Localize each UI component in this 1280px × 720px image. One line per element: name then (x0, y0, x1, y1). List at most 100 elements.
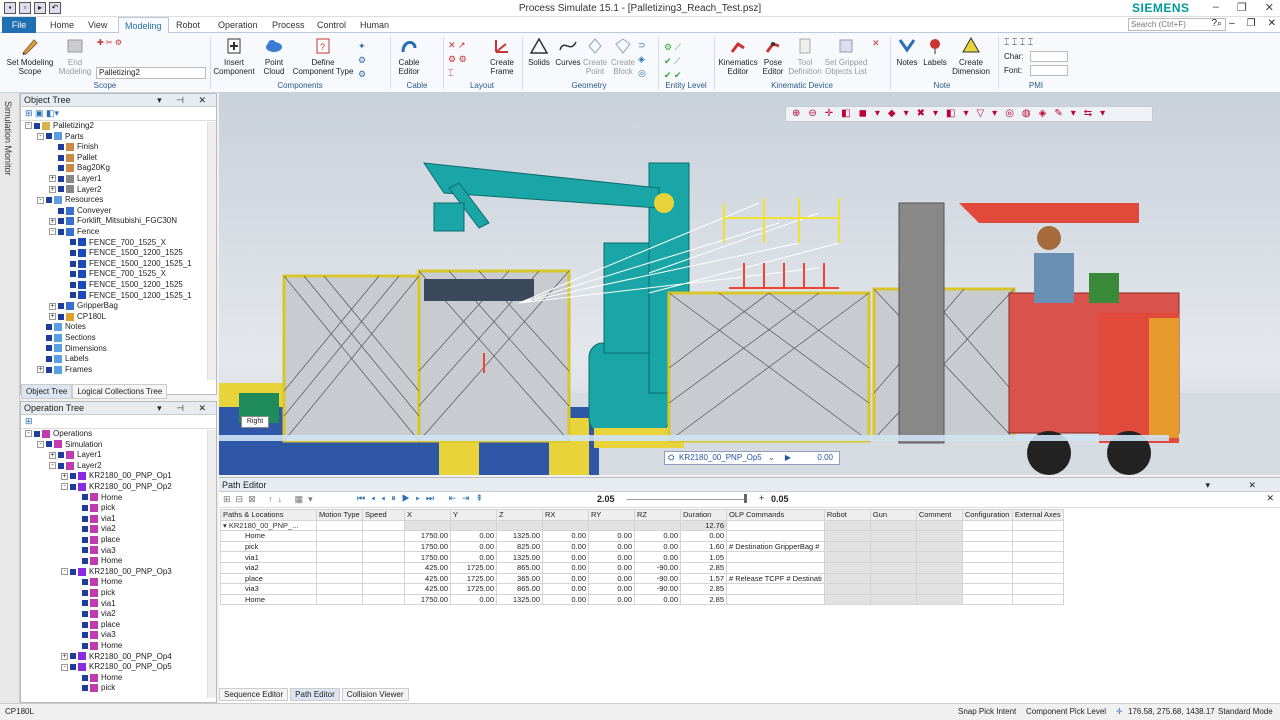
set-gripped-objects-button[interactable]: Set Gripped Objects List (824, 36, 868, 76)
pose-editor-button[interactable]: Pose Editor (760, 36, 786, 76)
table-cell[interactable]: 0.00 (588, 572, 635, 585)
display-toggle-icon[interactable] (58, 452, 64, 459)
chevron-down-icon[interactable]: ⌄ (768, 453, 775, 462)
tree-item[interactable]: Notes (37, 322, 86, 333)
help-icon[interactable]: ? (1212, 18, 1218, 29)
table-cell[interactable] (726, 551, 825, 563)
table-cell[interactable] (961, 593, 1013, 606)
solids-button[interactable]: Solids (526, 36, 552, 67)
table-cell[interactable]: via1 (220, 551, 317, 563)
column-header[interactable]: RZ (634, 509, 681, 521)
expand-toggle-icon[interactable]: - (61, 483, 68, 491)
table-cell[interactable]: 0.00 (450, 551, 497, 563)
create-point-button[interactable]: Create Point (582, 36, 608, 76)
table-cell[interactable]: -90.00 (634, 572, 681, 585)
table-cell[interactable] (316, 519, 363, 532)
expand-toggle-icon[interactable]: - (25, 430, 32, 438)
tree-item[interactable]: - KR2180_00_PNP_Op3 (61, 567, 172, 578)
table-cell[interactable] (726, 593, 825, 606)
tab-file[interactable]: File (2, 17, 36, 33)
component-extra-icons[interactable]: ✦ ⚙ ⚙ (358, 39, 366, 81)
minimize-icon[interactable]: – (1213, 1, 1219, 14)
tree-item[interactable]: + KR2180_00_PNP_Op4 (61, 652, 172, 663)
table-cell[interactable]: via2 (220, 561, 317, 574)
table-cell[interactable] (869, 572, 917, 585)
scope-tool-icon[interactable]: ✚ ✂ ⚙ (97, 38, 122, 47)
table-cell[interactable]: 1325.00 (496, 593, 543, 606)
labels-button[interactable]: Labels (922, 36, 948, 67)
display-toggle-icon[interactable] (46, 334, 52, 341)
tree-item[interactable]: + CP180L (49, 312, 106, 323)
display-toggle-icon[interactable] (58, 144, 64, 151)
tree-item[interactable]: via1 (73, 514, 116, 525)
table-cell[interactable]: 0.00 (634, 530, 681, 542)
column-header[interactable]: Configuration (961, 509, 1013, 521)
table-cell[interactable] (1011, 583, 1064, 595)
close-icon[interactable]: ✕ (1265, 1, 1274, 14)
table-cell[interactable]: 1750.00 (404, 593, 451, 606)
tree-item[interactable]: Home (73, 673, 122, 684)
tree-item[interactable]: Finish (49, 142, 98, 153)
table-cell[interactable]: ▾ KR2180_00_PNP_... (220, 519, 317, 532)
set-modeling-scope-button[interactable]: Set Modeling Scope (4, 36, 56, 76)
table-cell[interactable] (915, 583, 963, 595)
tree-item[interactable]: - Resources (37, 195, 103, 206)
table-cell[interactable] (362, 572, 405, 585)
mdi-restore-icon[interactable]: ❐ (1247, 18, 1256, 29)
tree-item[interactable]: Conveyer (49, 206, 111, 217)
column-header[interactable]: External Axes (1011, 509, 1064, 521)
table-cell[interactable] (362, 519, 405, 532)
time-slider-thumb[interactable] (744, 494, 747, 503)
table-cell[interactable]: -90.00 (634, 561, 681, 574)
table-cell[interactable] (316, 551, 363, 563)
define-component-type-button[interactable]: ? Define Component Type (292, 36, 354, 76)
table-cell[interactable]: pick (220, 540, 317, 553)
table-cell[interactable] (542, 519, 589, 532)
expand-toggle-icon[interactable]: - (37, 132, 44, 140)
table-cell[interactable]: 1725.00 (450, 561, 497, 574)
table-cell[interactable]: 1750.00 (404, 540, 451, 553)
table-cell[interactable] (1011, 551, 1064, 563)
expand-toggle-icon[interactable]: + (49, 302, 56, 310)
display-toggle-icon[interactable] (82, 685, 88, 692)
table-cell[interactable]: 0.00 (542, 572, 589, 585)
tree-item[interactable]: - Palletizing2 (25, 121, 94, 132)
table-cell[interactable] (634, 519, 681, 532)
table-cell[interactable]: 1325.00 (496, 551, 543, 563)
font-input[interactable] (1030, 65, 1068, 76)
tab-collision-viewer[interactable]: Collision Viewer (341, 688, 409, 701)
panel-controls[interactable]: ▾ ⊣ ✕ (157, 402, 212, 415)
panel-controls[interactable]: ▾ ⊣ ✕ (157, 94, 212, 107)
table-cell[interactable] (362, 551, 405, 563)
tree-item[interactable]: place (73, 535, 120, 546)
expand-toggle-icon[interactable]: + (49, 185, 56, 193)
tree-item[interactable]: FENCE_1500_1200_1525_1 (61, 259, 192, 270)
tree-item[interactable]: + Layer1 (49, 174, 101, 185)
cable-editor-button[interactable]: Cable Editor (394, 36, 424, 76)
tab-logical-collections[interactable]: Logical Collections Tree (72, 384, 168, 399)
tree-item[interactable]: + Layer2 (49, 185, 101, 196)
table-cell[interactable] (726, 561, 825, 574)
display-toggle-icon[interactable] (70, 239, 76, 246)
table-cell[interactable]: 0.00 (588, 561, 635, 574)
table-cell[interactable] (869, 551, 917, 563)
table-row[interactable]: place 425.00 1725.00 365.00 0.00 0.00 -90.00 1.… (220, 572, 1064, 585)
expand-toggle-icon[interactable]: - (61, 568, 68, 576)
table-cell[interactable] (869, 561, 917, 574)
view-tools-icon[interactable]: ⊕⊖✛◧◼▾◆▾✖▾◧▾▽▾◎◍◈✎▾⇆▾ (792, 108, 1113, 119)
table-cell[interactable]: 0.00 (588, 551, 635, 563)
tree-item[interactable]: via3 (73, 630, 116, 641)
view-cube-label[interactable]: Right (241, 416, 269, 428)
display-toggle-icon[interactable] (82, 558, 88, 565)
table-cell[interactable] (588, 519, 635, 532)
table-cell[interactable]: 0.00 (634, 551, 681, 563)
table-cell[interactable] (823, 551, 871, 563)
tab-path-editor[interactable]: Path Editor (290, 688, 340, 701)
char-size-input[interactable] (1030, 51, 1068, 62)
tree-item[interactable]: + Forklift_Mitsubishi_FGC30N (49, 216, 177, 227)
layout-icons[interactable]: ✕ ↗ ⚙ ⚙ ⌶ (448, 38, 467, 80)
table-cell[interactable]: 1725.00 (450, 572, 497, 585)
tree-item[interactable]: pick (73, 588, 115, 599)
tab-object-tree[interactable]: Object Tree (21, 384, 73, 399)
table-cell[interactable]: 425.00 (404, 561, 451, 574)
